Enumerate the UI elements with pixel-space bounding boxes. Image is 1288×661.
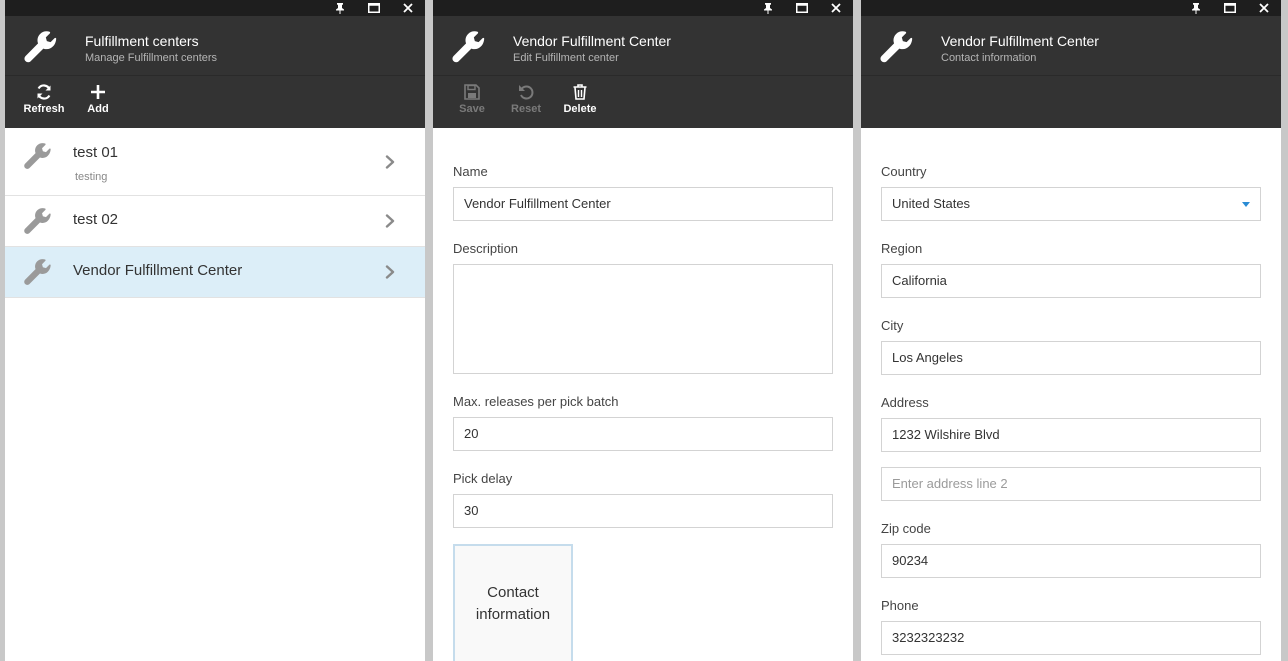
close-icon[interactable] (819, 0, 853, 16)
name-field[interactable]: Vendor Fulfillment Center (453, 187, 833, 221)
refresh-button[interactable]: Refresh (17, 76, 71, 128)
list-item-name: test 01 (73, 144, 119, 161)
blade-toolbar: Save Reset Delete (433, 76, 853, 128)
add-button[interactable]: Add (71, 76, 125, 128)
region-label: Region (881, 241, 923, 256)
maximize-icon[interactable] (357, 0, 391, 16)
blade-toolbar: Refresh Add (5, 76, 425, 128)
zip-code-field[interactable]: 90234 (881, 544, 1261, 578)
contact-information-tile[interactable]: Contact information (453, 544, 573, 661)
reset-label: Reset (511, 103, 541, 115)
max-releases-field[interactable]: 20 (453, 417, 833, 451)
blade-title: Fulfillment centers (85, 33, 199, 49)
city-label: City (881, 318, 904, 333)
fulfillment-centers-blade: Fulfillment centers Manage Fulfillment c… (5, 0, 425, 661)
chevron-right-icon (383, 265, 397, 279)
plus-icon (91, 85, 105, 99)
refresh-label: Refresh (23, 103, 65, 115)
blade-title: Vendor Fulfillment Center (513, 33, 671, 49)
contact-information-blade: Vendor Fulfillment Center Contact inform… (861, 0, 1281, 661)
fulfillment-center-list: test 01 testing test 02 Vendor Fulfillme… (5, 128, 425, 298)
blade-header: Vendor Fulfillment Center Edit Fulfillme… (433, 16, 853, 76)
delete-label: Delete (563, 103, 597, 115)
blade-title: Vendor Fulfillment Center (941, 33, 1099, 49)
blade-topbar (433, 0, 853, 16)
country-value: United States (892, 196, 971, 211)
address-label: Address (881, 395, 929, 410)
description-label: Description (453, 241, 519, 256)
address-line2-field[interactable]: Enter address line 2 (881, 467, 1261, 501)
chevron-down-icon (1242, 202, 1250, 207)
list-item-selected[interactable]: Vendor Fulfillment Center (5, 247, 425, 298)
chevron-right-icon (383, 214, 397, 228)
country-label: Country (881, 164, 927, 179)
blade-toolbar (861, 76, 1281, 128)
blade-header: Vendor Fulfillment Center Contact inform… (861, 16, 1281, 76)
region-field[interactable]: California (881, 264, 1261, 298)
zip-code-label: Zip code (881, 521, 931, 536)
list-item[interactable]: test 02 (5, 196, 425, 247)
close-icon[interactable] (1247, 0, 1281, 16)
blade-subtitle: Manage Fulfillment centers (85, 52, 218, 64)
address-line1-field[interactable]: 1232 Wilshire Blvd (881, 418, 1261, 452)
blade-topbar (861, 0, 1281, 16)
country-select[interactable]: United States (881, 187, 1261, 221)
chevron-right-icon (383, 155, 397, 169)
pin-icon[interactable] (323, 0, 357, 16)
maximize-icon[interactable] (785, 0, 819, 16)
undo-icon (519, 85, 534, 100)
edit-fulfillment-center-blade: Vendor Fulfillment Center Edit Fulfillme… (433, 0, 853, 661)
trash-icon (573, 84, 587, 100)
save-button[interactable]: Save (445, 76, 499, 128)
blade-header: Fulfillment centers Manage Fulfillment c… (5, 16, 425, 76)
max-releases-label: Max. releases per pick batch (453, 394, 619, 409)
blade-subtitle: Edit Fulfillment center (513, 52, 619, 64)
reset-button[interactable]: Reset (499, 76, 553, 128)
close-icon[interactable] (391, 0, 425, 16)
wrench-icon (23, 142, 53, 172)
wrench-icon (23, 30, 59, 66)
city-field[interactable]: Los Angeles (881, 341, 1261, 375)
pick-delay-label: Pick delay (453, 471, 513, 486)
wrench-icon (23, 207, 53, 237)
wrench-icon (451, 30, 487, 66)
save-icon (464, 84, 480, 100)
wrench-icon (23, 258, 53, 288)
list-item-name: Vendor Fulfillment Center (73, 262, 243, 279)
list-item[interactable]: test 01 testing (5, 128, 425, 196)
wrench-icon (879, 30, 915, 66)
pin-icon[interactable] (1179, 0, 1213, 16)
contact-form: Country United States Region California … (861, 128, 1281, 655)
save-label: Save (459, 103, 485, 115)
edit-form: Name Vendor Fulfillment Center Descripti… (433, 128, 853, 661)
refresh-icon (37, 84, 51, 100)
maximize-icon[interactable] (1213, 0, 1247, 16)
delete-button[interactable]: Delete (553, 76, 607, 128)
list-item-description: testing (75, 171, 108, 183)
phone-label: Phone (881, 598, 919, 613)
pin-icon[interactable] (751, 0, 785, 16)
phone-field[interactable]: 3232323232 (881, 621, 1261, 655)
list-item-name: test 02 (73, 211, 119, 228)
blade-subtitle: Contact information (941, 52, 1037, 64)
description-field[interactable] (453, 264, 833, 374)
pick-delay-field[interactable]: 30 (453, 494, 833, 528)
blade-topbar (5, 0, 425, 16)
add-label: Add (87, 103, 109, 115)
name-label: Name (453, 164, 488, 179)
